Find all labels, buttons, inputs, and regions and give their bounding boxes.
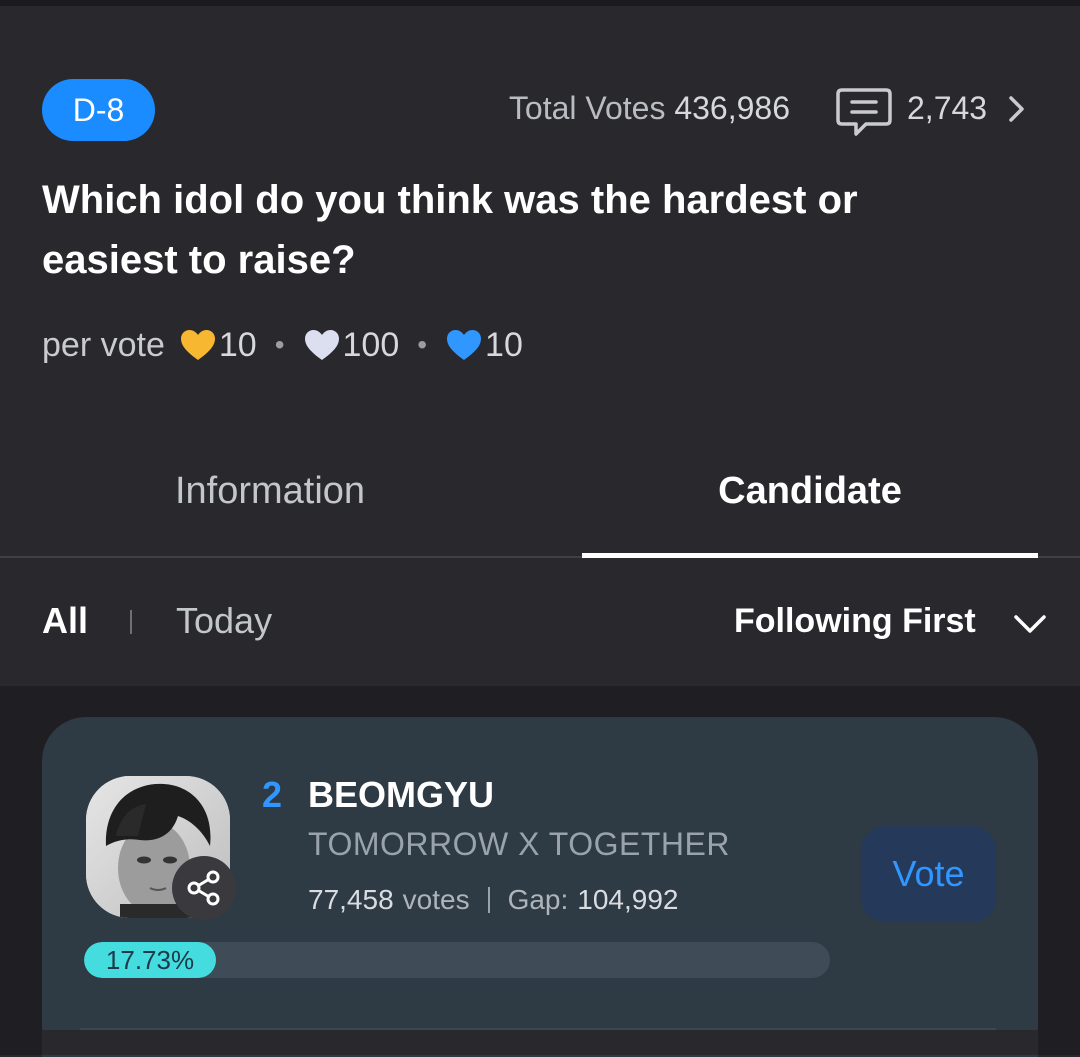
vote-percent-label: 17.73% xyxy=(105,944,195,975)
tab-candidate[interactable]: Candidate xyxy=(582,470,1038,513)
filter-separator xyxy=(130,610,132,634)
dday-badge: D-8 xyxy=(42,79,155,141)
blue-heart-icon xyxy=(447,330,482,360)
sort-dropdown[interactable]: Following First xyxy=(734,602,976,641)
filter-today[interactable]: Today xyxy=(176,600,272,642)
comment-count[interactable]: 2,743 xyxy=(907,90,987,127)
separator-dot: • xyxy=(274,329,285,360)
comment-icon[interactable] xyxy=(834,84,894,138)
share-icon xyxy=(187,870,220,906)
white-heart-value: 100 xyxy=(342,325,400,364)
chevron-right-icon[interactable] xyxy=(1006,94,1028,124)
chevron-down-icon[interactable] xyxy=(1012,612,1048,636)
top-edge xyxy=(0,0,1080,6)
poll-question: Which idol do you think was the hardest … xyxy=(42,178,858,282)
separator-dot: • xyxy=(417,329,428,360)
white-heart-icon xyxy=(304,330,339,360)
active-tab-indicator xyxy=(582,553,1038,558)
gap-label: Gap: xyxy=(507,884,569,915)
vote-button[interactable]: Vote xyxy=(861,826,996,922)
blue-heart-value: 10 xyxy=(485,325,523,364)
gold-heart-icon xyxy=(180,330,215,360)
total-votes-value: 436,986 xyxy=(674,90,790,126)
candidate-name: BEOMGYU xyxy=(308,774,495,815)
candidate-votes-value: 77,458 xyxy=(308,884,394,915)
stats-separator xyxy=(487,887,490,913)
gold-heart-value: 10 xyxy=(218,325,257,364)
total-votes-label: Total Votes xyxy=(508,90,666,126)
candidate-rank: 2 xyxy=(262,774,283,815)
per-vote-row: per vote 10 • 100 • 10 xyxy=(42,322,523,368)
candidate-votes-suffix: votes xyxy=(402,884,470,915)
tab-information[interactable]: Information xyxy=(42,470,498,513)
card-divider xyxy=(80,1028,996,1030)
per-vote-label: per vote xyxy=(42,325,165,364)
gap-value: 104,992 xyxy=(577,884,679,915)
filter-all[interactable]: All xyxy=(42,600,88,642)
candidate-group: TOMORROW X TOGETHER xyxy=(308,826,730,862)
card-bottom xyxy=(42,1030,1038,1055)
total-votes: Total Votes 436,986 xyxy=(509,90,790,127)
share-button[interactable] xyxy=(172,856,236,920)
candidate-stats: 77,458 votes Gap: 104,992 xyxy=(308,884,679,916)
